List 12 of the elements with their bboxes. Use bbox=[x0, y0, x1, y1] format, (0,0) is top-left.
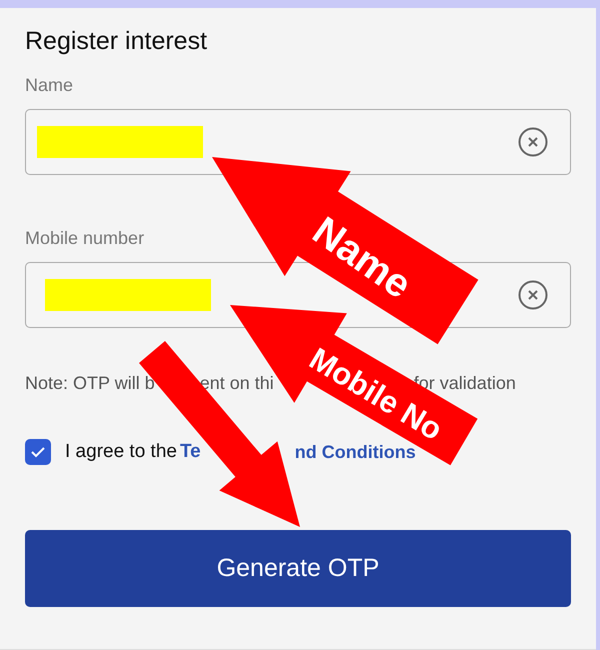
agree-text: I agree to the bbox=[65, 440, 177, 464]
input-field[interactable] bbox=[25, 109, 571, 175]
check-icon bbox=[30, 446, 46, 458]
note-text: Note: OTP will b bbox=[25, 372, 155, 395]
clear-icon[interactable] bbox=[518, 280, 548, 310]
form-title: Register interest bbox=[25, 26, 208, 56]
clear-icon[interactable] bbox=[518, 127, 548, 157]
agree-checkbox[interactable] bbox=[25, 439, 51, 465]
terms-link[interactable]: nd Conditions bbox=[294, 438, 416, 466]
generate-otp-button[interactable]: Generate OTP bbox=[25, 530, 571, 607]
terms-link[interactable]: Te bbox=[180, 438, 201, 466]
field-label: Name bbox=[25, 74, 74, 97]
